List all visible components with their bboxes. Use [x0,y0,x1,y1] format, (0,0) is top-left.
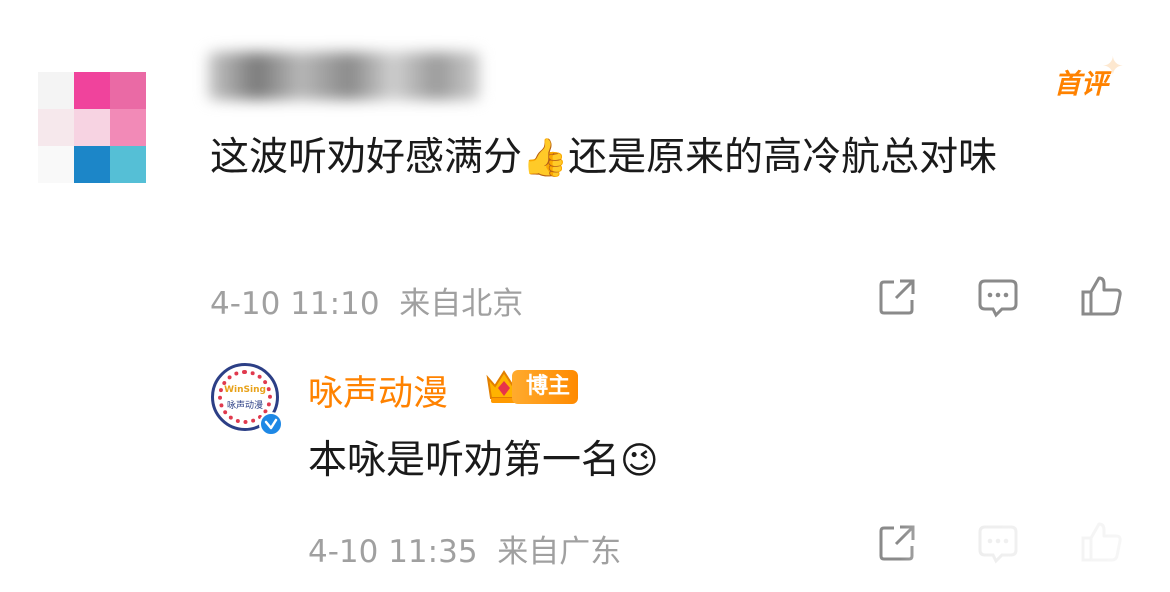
reply-time: 4-10 11:35 [308,534,478,570]
thumbs-up-icon [1081,276,1122,316]
avatar-logo-subtext: 咏声动漫 [226,401,263,411]
comment-text-part1: 这波听劝好感满分 [210,135,523,180]
wink-emoji-icon: 😉 [620,439,659,482]
comment-icon [978,279,1018,318]
comment-location: 来自北京 [399,286,524,322]
commenter-avatar[interactable] [38,72,146,183]
thumbs-up-emoji-icon: 👍 [522,136,569,179]
reply-meta: 4-10 11:35 来自广东 [308,526,621,571]
comment-body: 这波听劝好感满分👍还是原来的高冷航总对味 [210,129,1110,187]
comment-meta: 4-10 11:10 来自北京 [210,278,523,323]
username-blurred[interactable] [208,52,480,100]
comment-time: 4-10 11:10 [210,286,380,322]
reply-username[interactable]: 咏声动漫 [308,365,448,416]
reply-body: 本咏是听劝第一名😉 [308,432,659,490]
verified-icon [259,412,283,436]
share-icon [879,279,915,315]
fade-overlay [900,515,1170,592]
comment-button[interactable] [976,276,1020,320]
reply-text: 本咏是听劝第一名 [308,438,621,483]
like-button[interactable] [1080,274,1124,318]
avatar-logo-text: WinSing [224,385,266,395]
comment-thread: ✦ 首评 这波听劝好感满分👍还是原来的高冷航总对味 4-10 11:10 来自北… [0,0,1170,592]
reply-location: 来自广东 [497,534,622,570]
share-button[interactable] [876,276,918,318]
blogger-badge: 博主 [512,370,579,404]
first-comment-badge: 首评 [1054,69,1108,100]
comment-text-part2: 还是原来的高冷航总对味 [568,135,998,180]
